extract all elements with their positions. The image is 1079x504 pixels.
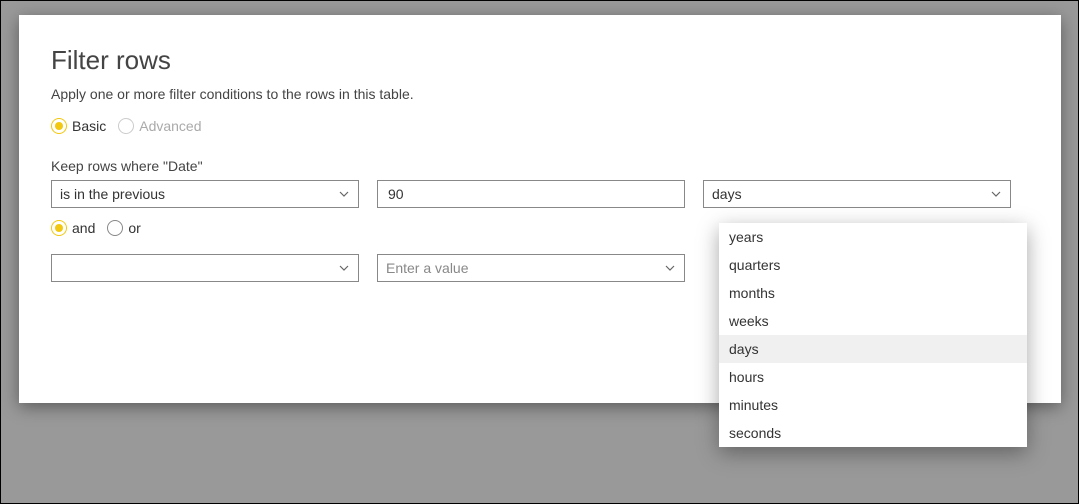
radio-circle-icon [51,220,67,236]
unit-dropdown-1[interactable]: days [703,180,1011,208]
condition-row-1: is in the previous days [51,180,1029,208]
dialog-title: Filter rows [51,45,1029,76]
unit-option-quarters[interactable]: quarters [719,251,1027,279]
value-placeholder: Enter a value [386,260,469,276]
mode-advanced-radio[interactable]: Advanced [118,118,201,134]
unit-dropdown-menu[interactable]: years quarters months weeks days hours m… [719,223,1027,447]
value-input-1[interactable] [377,180,685,208]
unit-option-days[interactable]: days [719,335,1027,363]
chevron-down-icon [338,262,350,274]
logic-and-label: and [72,220,95,236]
unit-option-months[interactable]: months [719,279,1027,307]
mode-advanced-label: Advanced [139,118,201,134]
logic-and-radio[interactable]: and [51,220,95,236]
keep-rows-label: Keep rows where "Date" [51,158,1029,174]
operator-dropdown-2[interactable] [51,254,359,282]
mode-basic-radio[interactable]: Basic [51,118,106,134]
chevron-down-icon [664,262,676,274]
radio-circle-icon [118,118,134,134]
unit-value: days [712,186,742,202]
unit-option-hours[interactable]: hours [719,363,1027,391]
unit-option-seconds[interactable]: seconds [719,419,1027,447]
mode-radio-group: Basic Advanced [51,118,1029,134]
radio-circle-icon [107,220,123,236]
logic-or-label: or [128,220,140,236]
chevron-down-icon [990,188,1002,200]
operator-dropdown-1[interactable]: is in the previous [51,180,359,208]
chevron-down-icon [338,188,350,200]
dialog-subtitle: Apply one or more filter conditions to t… [51,86,1029,102]
value-field[interactable] [386,185,676,203]
logic-or-radio[interactable]: or [107,220,140,236]
value-input-2[interactable]: Enter a value [377,254,685,282]
operator-value: is in the previous [60,186,165,202]
unit-option-weeks[interactable]: weeks [719,307,1027,335]
radio-circle-icon [51,118,67,134]
unit-option-minutes[interactable]: minutes [719,391,1027,419]
unit-option-years[interactable]: years [719,223,1027,251]
mode-basic-label: Basic [72,118,106,134]
